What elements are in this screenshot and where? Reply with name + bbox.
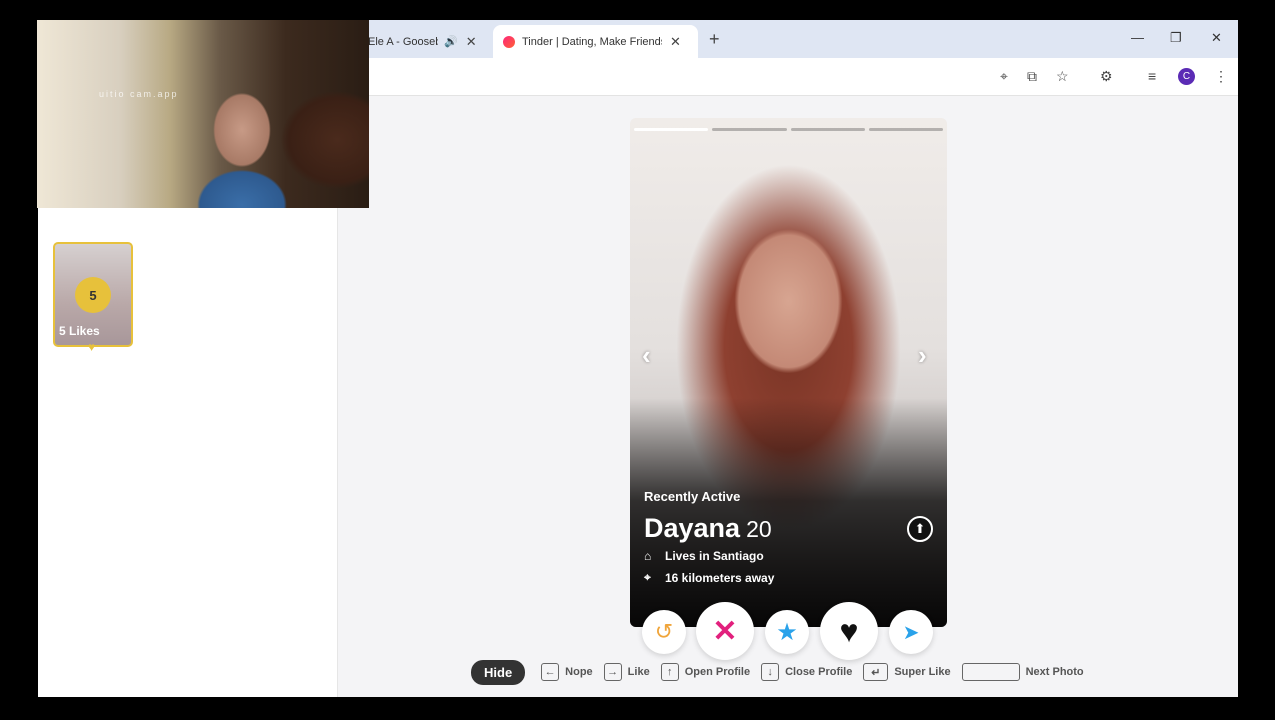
open-profile-button[interactable]: ⬆: [907, 516, 933, 542]
hint-label: Super Like: [894, 666, 951, 678]
tab-title: Tinder | Dating, Make Friends &: [522, 35, 662, 48]
webcam-overlay: uitio cam.app: [37, 20, 369, 208]
name-age: Dayana 20: [644, 513, 772, 544]
hint-label: Close Profile: [785, 666, 853, 678]
city-text: Lives in Santiago: [665, 549, 764, 563]
star-icon: ★: [776, 618, 798, 646]
tab-close-icon[interactable]: ✕: [466, 34, 477, 50]
tinder-favicon-icon: [503, 35, 515, 48]
hint-nope: ← Nope: [541, 663, 593, 681]
hint-like: → Like: [603, 663, 650, 681]
hint-label: Next Photo: [1025, 666, 1084, 678]
recently-active-status: Recently Active: [644, 489, 740, 504]
profile-card[interactable]: ‹ › Recently Active Dayana 20 ⌂ Lives in …: [630, 118, 947, 627]
heart-icon: ♥: [839, 612, 859, 649]
distance-info: ⌖ 16 kilometers away: [644, 570, 774, 585]
tab-title: Ele A - Goosebu: [368, 35, 438, 48]
hint-label: Nope: [565, 666, 593, 678]
hint-super-like: ↵ Super Like: [863, 663, 951, 681]
paper-plane-icon: ➤: [902, 621, 920, 644]
home-icon: ⌂: [644, 549, 652, 563]
x-icon: ✕: [712, 614, 738, 648]
down-arrow-key-icon: ↓: [761, 663, 780, 681]
boost-button[interactable]: ➤: [889, 610, 933, 654]
screen: Ele A - Goosebu 🔊 ✕ Tinder | Dating, Mak…: [0, 0, 1275, 720]
cast-icon[interactable]: ⧉: [1027, 68, 1037, 85]
media-control-icon[interactable]: ≡: [1148, 68, 1156, 84]
gold-heart-icon: ♥: [88, 340, 96, 354]
new-tab-button[interactable]: +: [709, 29, 720, 50]
webcam-watermark: uitio cam.app: [99, 89, 179, 99]
hint-next-photo: Next Photo: [961, 663, 1084, 681]
hint-label: Open Profile: [684, 666, 751, 678]
tab-tinder[interactable]: Tinder | Dating, Make Friends & ✕: [493, 25, 698, 58]
hint-label: Like: [627, 666, 650, 678]
next-photo-icon[interactable]: ›: [918, 340, 927, 371]
photo-indicator-bar[interactable]: [790, 128, 865, 131]
nope-button[interactable]: ✕: [696, 602, 754, 660]
like-button[interactable]: ♥: [820, 602, 878, 660]
hint-close-profile: ↓ Close Profile: [761, 663, 852, 681]
photo-indicator: [634, 128, 943, 131]
likes-you-card[interactable]: 5 5 Likes ♥: [53, 242, 133, 354]
profile-avatar[interactable]: C: [1178, 68, 1195, 85]
city-info: ⌂ Lives in Santiago: [644, 549, 764, 563]
photo-indicator-bar[interactable]: [712, 128, 787, 131]
hide-hints-button[interactable]: Hide: [471, 659, 526, 685]
photo-indicator-bar[interactable]: [868, 128, 943, 131]
photo-indicator-bar[interactable]: [634, 128, 709, 131]
tab-close-icon[interactable]: ✕: [670, 34, 681, 50]
left-arrow-key-icon: ←: [541, 663, 560, 681]
extensions-icon[interactable]: ⚙: [1100, 68, 1113, 85]
restore-button[interactable]: ❐: [1170, 30, 1182, 46]
profile-name: Dayana: [644, 513, 741, 543]
location-pin-icon: ⌖: [644, 570, 651, 584]
rewind-icon: ↺: [654, 619, 674, 644]
menu-kebab-icon[interactable]: ⋮: [1214, 68, 1228, 85]
previous-photo-icon[interactable]: ‹: [642, 340, 651, 371]
right-arrow-key-icon: →: [603, 663, 622, 681]
keyboard-hints: Hide ← Nope → Like ↑ Open Profile ↓ Clos…: [471, 659, 1095, 685]
minimize-button[interactable]: —: [1131, 30, 1144, 45]
enter-key-icon: ↵: [863, 663, 889, 681]
speaker-icon[interactable]: 🔊: [444, 35, 458, 48]
likes-label: 5 Likes: [59, 324, 100, 338]
tab-goosebumps[interactable]: Ele A - Goosebu 🔊 ✕: [368, 25, 488, 58]
likes-count-badge: 5: [75, 277, 111, 313]
space-key-icon: [961, 663, 1020, 681]
hint-open-profile: ↑ Open Profile: [660, 663, 751, 681]
arrow-up-icon: ⬆: [914, 521, 926, 536]
window-close-button[interactable]: ✕: [1211, 30, 1222, 46]
super-like-button[interactable]: ★: [765, 610, 809, 654]
rewind-button[interactable]: ↺: [642, 610, 686, 654]
location-pin-icon[interactable]: ⌖: [1000, 68, 1008, 85]
up-arrow-key-icon: ↑: [660, 663, 679, 681]
profile-age: 20: [746, 516, 772, 542]
status-text: Recently Active: [644, 489, 741, 504]
bookmark-star-icon[interactable]: ☆: [1056, 68, 1069, 85]
distance-text: 16 kilometers away: [665, 570, 775, 585]
